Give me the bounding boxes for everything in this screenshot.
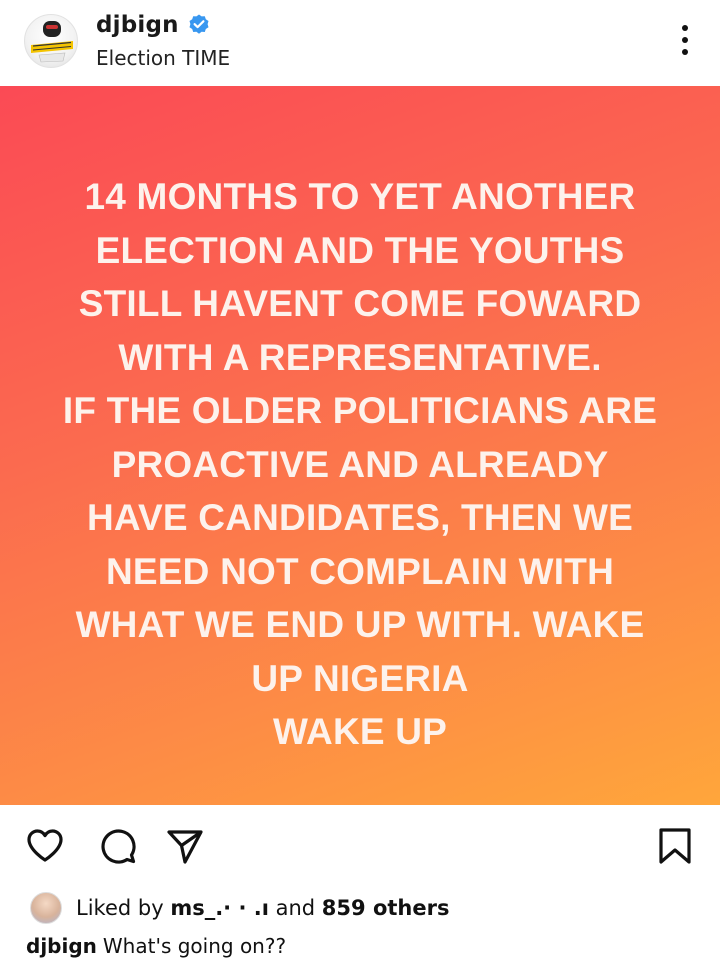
likes-others[interactable]: 859 others (322, 896, 450, 920)
caption-text: What's going on?? (102, 934, 287, 958)
share-icon[interactable] (165, 826, 205, 866)
bookmark-icon[interactable] (655, 826, 695, 866)
post-text-line: ELECTION AND THE YOUTHS (95, 229, 625, 271)
liker-avatar (30, 892, 62, 924)
action-bar (0, 820, 720, 880)
post-text-line: WITH A REPRESENTATIVE. (118, 336, 602, 378)
profile-avatar[interactable] (24, 14, 78, 68)
post-text-line: HAVE CANDIDATES, THEN WE (86, 497, 634, 538)
post-text-line: WHAT WE END UP WITH. WAKE (75, 604, 645, 645)
heart-icon[interactable] (25, 826, 65, 866)
likes-middle: and (268, 896, 322, 920)
verified-badge-icon (189, 14, 209, 34)
username[interactable]: djbign (96, 12, 179, 38)
post-text-line: NEED NOT COMPLAIN WITH (106, 550, 614, 592)
post-text-line: UP NIGERIA (251, 657, 469, 699)
likes-prefix: Liked by (76, 896, 171, 920)
post-text-line: 14 MONTHS TO YET ANOTHER (84, 176, 636, 217)
post-text-line: STILL HAVENT COME FOWARD (78, 283, 642, 324)
post-header: djbign Election TIME (0, 0, 720, 86)
likes-text: Liked by ms_.· · .ı and 859 others (76, 896, 449, 920)
caption-username[interactable]: djbign (26, 934, 97, 958)
liker-username[interactable]: ms_.· · .ı (170, 896, 269, 920)
post-text-line: IF THE OLDER POLITICIANS ARE (62, 390, 658, 431)
post-text-line: PROACTIVE AND ALREADY (111, 443, 609, 485)
caption: djbign What's going on?? (26, 934, 286, 958)
avatar-logo-icon (31, 21, 73, 63)
likes-row[interactable]: Liked by ms_.· · .ı and 859 others (30, 890, 449, 926)
post-text-line: WAKE UP (272, 711, 448, 752)
post-subtitle[interactable]: Election TIME (96, 46, 230, 70)
post-text-block: 14 MONTHS TO YET ANOTHER ELECTION AND TH… (0, 170, 720, 759)
more-vertical-icon[interactable] (680, 25, 690, 55)
comment-icon[interactable] (98, 826, 138, 866)
post-image[interactable]: 14 MONTHS TO YET ANOTHER ELECTION AND TH… (0, 86, 720, 805)
